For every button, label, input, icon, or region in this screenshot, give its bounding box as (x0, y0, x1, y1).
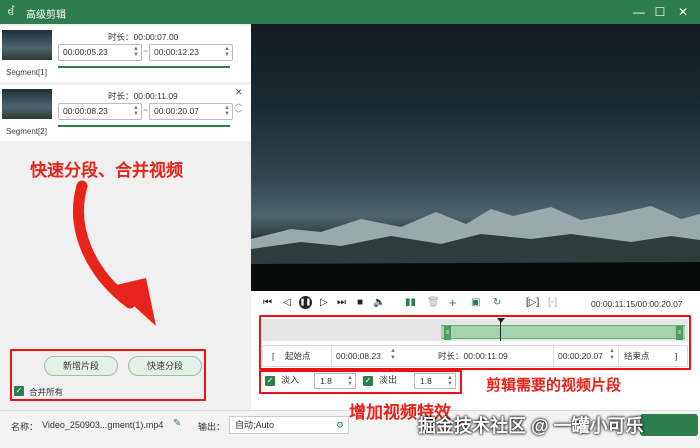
video-frame (251, 206, 700, 291)
segment-start-input[interactable]: 00:00:05.23 ▲ ▼ (58, 44, 142, 61)
step-forward-icon[interactable]: ▷ (320, 297, 328, 308)
segment-progress (58, 66, 230, 68)
export-button[interactable] (640, 414, 698, 436)
pause-icon[interactable]: ❚❚ (299, 296, 312, 309)
segment-label: Segment[1] (6, 68, 47, 77)
segment-thumbnail (2, 89, 52, 119)
playhead-marker-icon (497, 318, 505, 323)
left-trim-handle[interactable]: ≡ (444, 326, 451, 340)
add-segment-button[interactable]: 新增片段 (44, 356, 118, 376)
move-up-icon[interactable]: ︿ (235, 98, 242, 108)
segment-duration: 时长：00:00:07.00 (108, 32, 179, 42)
add-icon[interactable]: + (449, 295, 457, 310)
segment-label: Segment[2] (6, 127, 47, 136)
app-logo-icon: ꀸ (7, 6, 16, 18)
time-readout: 00:00:11.15/00:00:20.07 (591, 299, 683, 309)
end-point-button[interactable]: 结束点 (624, 347, 650, 365)
filename-field[interactable]: Video_250903...gment(1).mp4 (42, 420, 163, 430)
segment-duration: 时长：00:00:11.09 (108, 91, 178, 101)
bracket-open: [ (272, 351, 275, 361)
title-bar: ꀸ 高级剪辑 — ☐ ✕ (0, 0, 700, 24)
fade-out-checkbox[interactable]: ✓ (363, 376, 373, 386)
red-arrow-icon (73, 180, 156, 326)
settings-icon[interactable]: ⚙ (336, 417, 344, 433)
merge-all-checkbox[interactable]: ✓ (14, 386, 24, 396)
fade-out-input[interactable]: 1.8 ▲ ▼ (414, 373, 456, 389)
name-label: 名称： (11, 422, 39, 432)
timeline-selection[interactable] (441, 325, 685, 339)
reset-icon[interactable]: ↻ (493, 297, 501, 308)
segment-end-input[interactable]: 00:00:20.07 ▲ ▼ (149, 103, 233, 120)
bracket-close: ] (675, 351, 678, 361)
annotation-clip: 剪辑需要的视频片段 (486, 377, 622, 394)
edit-icon[interactable]: ✎ (173, 418, 181, 429)
close-button[interactable]: ✕ (673, 2, 693, 22)
skip-start-icon[interactable]: ⏮ (263, 297, 272, 308)
clip-end-input[interactable]: 00:00:20.07 ▲ ▼ (553, 347, 619, 365)
segment-item[interactable]: Segment[1] 时长：00:00:07.00 00:00:05.23 ▲ ▼ … (0, 26, 251, 82)
segment-thumbnail (2, 30, 52, 60)
clip-duration: 时长：00:00:11.09 (438, 351, 508, 361)
range-separator: ~ (143, 105, 149, 115)
output-label: 输出： (198, 422, 226, 432)
skip-end-icon[interactable]: ⏭ (337, 297, 346, 308)
fade-in-input[interactable]: 1.8 ▲ ▼ (314, 373, 356, 389)
clip-start-input[interactable]: 00:00:08.23 ▲ ▼ (331, 347, 399, 365)
mark-in-icon[interactable]: [▷] (526, 297, 539, 308)
volume-icon[interactable]: 🔈 (373, 297, 385, 308)
fade-out-label: 淡出 (379, 375, 398, 385)
split-icon[interactable]: ▮▮ (405, 297, 416, 308)
minimize-button[interactable]: — (629, 2, 649, 22)
move-down-icon[interactable]: ﹀ (235, 109, 242, 119)
segment-start-input[interactable]: 00:00:08.23 ▲ ▼ (58, 103, 142, 120)
remove-segment-icon[interactable]: ✕ (235, 87, 243, 98)
segment-end-input[interactable]: 00:00:12.23 ▲ ▼ (149, 44, 233, 61)
mark-out-icon[interactable]: [▫] (548, 297, 557, 308)
watermark: 掘金技术社区 @ 一罐小可乐 (418, 416, 644, 436)
fade-in-checkbox[interactable]: ✓ (265, 376, 275, 386)
window-title: 高级剪辑 (26, 10, 66, 21)
video-preview[interactable] (251, 24, 700, 291)
start-point-button[interactable]: 起始点 (285, 347, 311, 365)
copy-icon[interactable]: ▣ (471, 297, 480, 308)
segment-item[interactable]: Segment[2] 时长：00:00:11.09 00:00:08.23 ▲ ▼ … (0, 85, 251, 141)
maximize-button[interactable]: ☐ (650, 2, 670, 22)
stop-icon[interactable]: ■ (357, 297, 363, 308)
segment-progress (58, 125, 230, 127)
quick-split-button[interactable]: 快速分段 (128, 356, 202, 376)
delete-icon[interactable]: 🗑 (427, 297, 440, 308)
step-back-icon[interactable]: ◁ (283, 297, 291, 308)
fade-in-label: 淡入 (281, 375, 300, 385)
right-trim-handle[interactable]: ≡ (676, 326, 683, 340)
range-separator: ~ (143, 46, 149, 56)
merge-all-label: 合并所有 (29, 387, 64, 397)
output-select[interactable]: 自动;Auto ⚙ (229, 416, 349, 434)
